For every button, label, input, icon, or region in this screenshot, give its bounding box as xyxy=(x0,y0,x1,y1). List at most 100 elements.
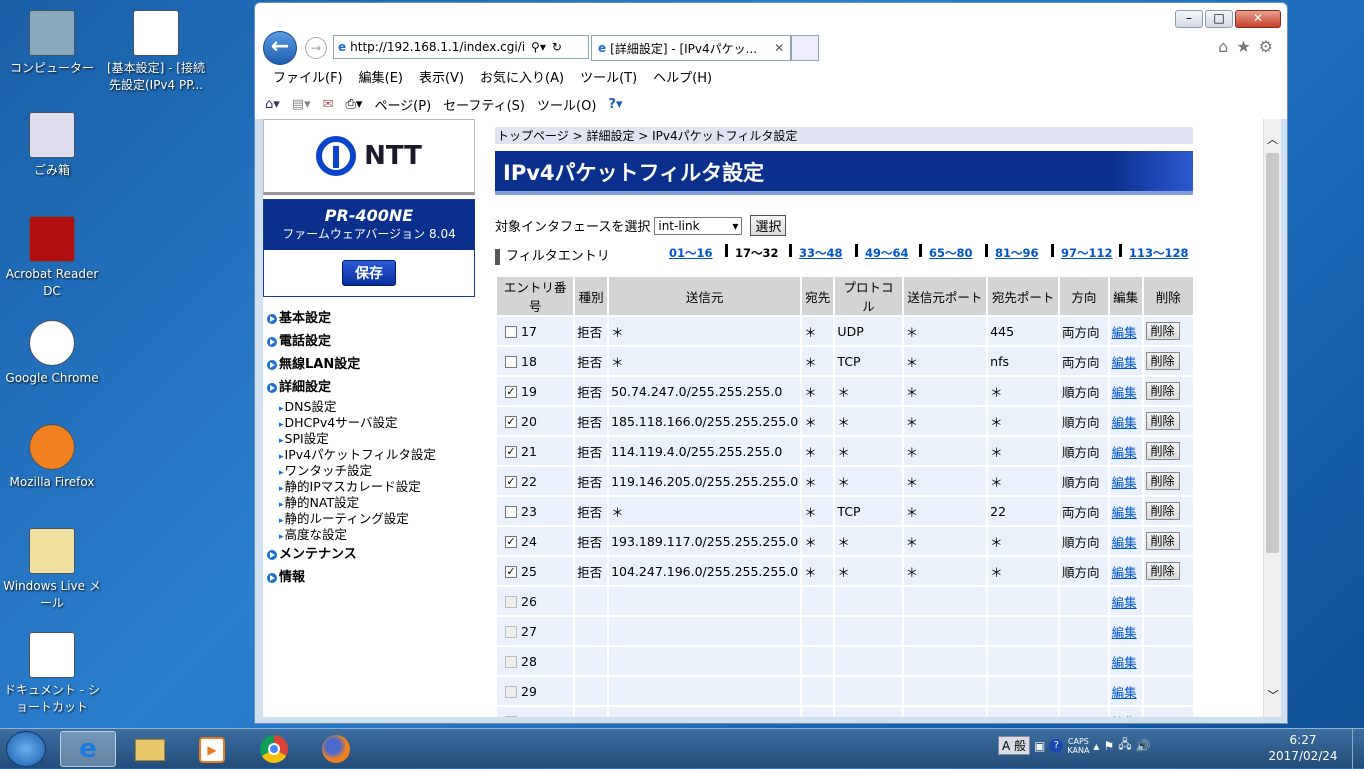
entry-checkbox[interactable] xyxy=(505,356,517,368)
taskbar-ie[interactable]: e xyxy=(60,731,116,767)
start-button[interactable] xyxy=(6,731,46,767)
flag-icon[interactable]: ⚑ xyxy=(1103,739,1114,753)
page-link[interactable]: 33〜48 xyxy=(799,245,843,261)
delete-button[interactable]: 削除 xyxy=(1145,352,1180,370)
menu-item[interactable]: 表示(V) xyxy=(411,65,472,87)
interface-select[interactable]: int-link ▾ xyxy=(654,216,743,235)
home-cmd-icon[interactable]: ⌂▾ xyxy=(265,97,280,112)
nav-section[interactable]: 詳細設定 xyxy=(263,376,475,399)
taskbar-chrome-icon[interactable] xyxy=(246,731,302,767)
menu-item[interactable]: 編集(E) xyxy=(351,65,411,87)
favorites-star-icon[interactable]: ★ xyxy=(1236,37,1250,56)
delete-button[interactable]: 削除 xyxy=(1145,442,1180,460)
edit-link[interactable]: 編集 xyxy=(1112,625,1137,640)
tab-close-icon[interactable]: ✕ xyxy=(774,41,784,55)
scroll-down-icon[interactable]: ﹀ xyxy=(1264,687,1281,703)
show-desktop-button[interactable] xyxy=(1352,729,1364,769)
close-button[interactable]: ✕ xyxy=(1235,10,1281,28)
nav-sub-item[interactable]: IPv4パケットフィルタ設定 xyxy=(263,447,475,463)
nav-sub-item[interactable]: DHCPv4サーバ設定 xyxy=(263,415,475,431)
taskbar-firefox-icon[interactable] xyxy=(308,731,364,767)
page-link[interactable]: 01〜16 xyxy=(669,245,713,261)
nav-sub-item[interactable]: DNS設定 xyxy=(263,399,475,415)
minimize-button[interactable]: – xyxy=(1175,10,1203,28)
volume-icon[interactable]: 🔊 xyxy=(1136,739,1151,753)
nav-section[interactable]: メンテナンス xyxy=(263,543,475,566)
entry-checkbox[interactable]: ✓ xyxy=(505,446,517,458)
menu-item[interactable]: ツール(T) xyxy=(572,65,645,87)
feeds-icon[interactable]: ▤▾ xyxy=(292,97,311,112)
entry-checkbox[interactable]: ✓ xyxy=(505,536,517,548)
taskbar-explorer-icon[interactable] xyxy=(122,731,178,767)
network-icon[interactable]: 🖧 xyxy=(1118,735,1131,756)
taskbar-media-player-icon[interactable]: ▶ xyxy=(184,731,240,767)
edit-link[interactable]: 編集 xyxy=(1112,475,1137,490)
page-link[interactable]: 65〜80 xyxy=(929,245,973,261)
entry-checkbox[interactable] xyxy=(505,506,517,518)
entry-checkbox[interactable]: ✓ xyxy=(505,566,517,578)
desktop-icon[interactable]: Mozilla Firefox xyxy=(2,424,102,491)
edit-link[interactable]: 編集 xyxy=(1112,655,1137,670)
edit-link[interactable]: 編集 xyxy=(1112,385,1137,400)
desktop-icon[interactable]: ごみ箱 xyxy=(2,112,102,179)
select-button[interactable]: 選択 xyxy=(750,215,787,236)
nav-sub-item[interactable]: 静的IPマスカレード設定 xyxy=(263,479,475,495)
menu-item[interactable]: ヘルプ(H) xyxy=(645,65,720,87)
edit-link[interactable]: 編集 xyxy=(1112,355,1137,370)
desktop-icon[interactable]: Acrobat Reader DC xyxy=(2,216,102,300)
page-link[interactable]: 97〜112 xyxy=(1061,245,1113,261)
desktop-icon[interactable]: ドキュメント - ショートカット xyxy=(2,632,102,716)
scroll-thumb[interactable] xyxy=(1266,153,1279,553)
desktop-icon[interactable]: Windows Live メール xyxy=(2,528,102,612)
help-icon[interactable]: ?▾ xyxy=(608,97,622,112)
home-icon[interactable]: ⌂ xyxy=(1218,37,1228,56)
refresh-icon[interactable]: ↻ xyxy=(552,40,562,54)
nav-section[interactable]: 電話設定 xyxy=(263,330,475,353)
safety-menu[interactable]: セーフティ(S) xyxy=(443,95,525,114)
clock[interactable]: 6:27 2017/02/24 xyxy=(1268,732,1338,764)
desktop-icon[interactable]: コンピューター xyxy=(2,10,102,77)
nav-section[interactable]: 無線LAN設定 xyxy=(263,353,475,376)
delete-button[interactable]: 削除 xyxy=(1145,502,1180,520)
delete-button[interactable]: 削除 xyxy=(1145,532,1180,550)
nav-section[interactable]: 情報 xyxy=(263,566,475,589)
nav-sub-item[interactable]: ワンタッチ設定 xyxy=(263,463,475,479)
back-button[interactable]: ← xyxy=(263,31,297,65)
help-tray-icon[interactable]: ? xyxy=(1049,738,1064,753)
ime-icon[interactable]: A 般 xyxy=(998,736,1031,755)
nav-sub-item[interactable]: 静的NAT設定 xyxy=(263,495,475,511)
edit-link[interactable]: 編集 xyxy=(1112,415,1137,430)
print-icon[interactable]: ⎙▾ xyxy=(346,97,363,112)
scroll-up-icon[interactable]: ︿ xyxy=(1264,131,1281,149)
delete-button[interactable]: 削除 xyxy=(1145,472,1180,490)
desktop-icon[interactable]: Google Chrome xyxy=(2,320,102,387)
edit-link[interactable]: 編集 xyxy=(1112,685,1137,700)
edit-link[interactable]: 編集 xyxy=(1112,565,1137,580)
nav-section[interactable]: 基本設定 xyxy=(263,307,475,330)
address-bar[interactable]: e http://192.168.1.1/index.cgi/i ⚲▾ ↻ xyxy=(333,35,589,59)
mail-cmd-icon[interactable]: ✉ xyxy=(323,97,334,112)
delete-button[interactable]: 削除 xyxy=(1145,322,1180,340)
page-link[interactable]: 81〜96 xyxy=(995,245,1039,261)
edit-link[interactable]: 編集 xyxy=(1112,325,1137,340)
nav-sub-item[interactable]: SPI設定 xyxy=(263,431,475,447)
edit-link[interactable]: 編集 xyxy=(1112,445,1137,460)
entry-checkbox[interactable]: ✓ xyxy=(505,476,517,488)
entry-checkbox[interactable]: ✓ xyxy=(505,416,517,428)
new-tab-button[interactable] xyxy=(791,35,819,61)
entry-checkbox[interactable]: ✓ xyxy=(505,386,517,398)
show-hidden-icon[interactable]: ▴ xyxy=(1093,739,1099,753)
delete-button[interactable]: 削除 xyxy=(1145,412,1180,430)
ime-tool-icon[interactable]: ▣ xyxy=(1034,739,1045,753)
delete-button[interactable]: 削除 xyxy=(1145,562,1180,580)
edit-link[interactable]: 編集 xyxy=(1112,595,1137,610)
edit-link[interactable]: 編集 xyxy=(1112,505,1137,520)
menu-item[interactable]: お気に入り(A) xyxy=(472,65,572,87)
nav-sub-item[interactable]: 静的ルーティング設定 xyxy=(263,511,475,527)
page-menu[interactable]: ページ(P) xyxy=(374,95,431,114)
delete-button[interactable]: 削除 xyxy=(1145,382,1180,400)
page-link[interactable]: 113〜128 xyxy=(1129,245,1189,261)
tools-menu[interactable]: ツール(O) xyxy=(537,95,596,114)
edit-link[interactable]: 編集 xyxy=(1112,715,1137,718)
save-button[interactable]: 保存 xyxy=(342,260,396,286)
